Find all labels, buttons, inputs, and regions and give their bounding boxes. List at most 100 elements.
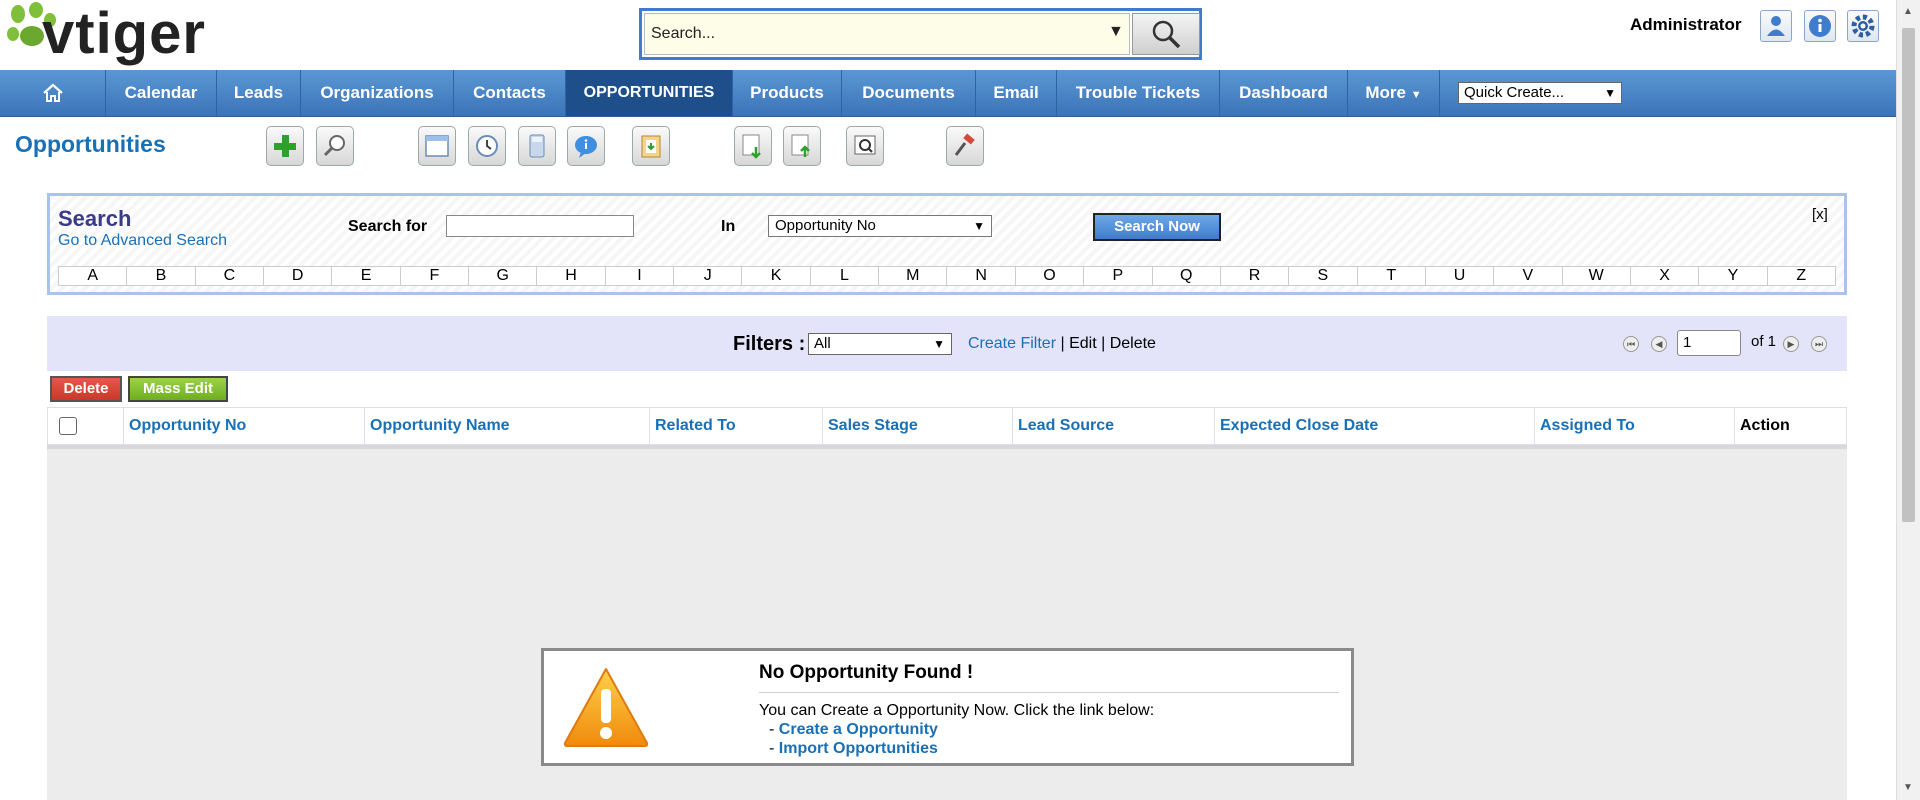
alpha-letter[interactable]: M	[879, 267, 948, 285]
chat-button[interactable]	[567, 126, 605, 166]
column-opportunity-no[interactable]: Opportunity No	[123, 408, 364, 444]
filter-value: All	[814, 335, 831, 352]
import-button[interactable]	[734, 126, 772, 166]
vtiger-logo[interactable]: vtiger	[2, 0, 250, 70]
alpha-letter[interactable]: O	[1016, 267, 1085, 285]
alpha-letter[interactable]: F	[401, 267, 470, 285]
global-search-button[interactable]	[1132, 13, 1200, 55]
nav-leads[interactable]: Leads	[217, 70, 301, 116]
chat-icon	[575, 136, 597, 158]
column-opportunity-name[interactable]: Opportunity Name	[364, 408, 649, 444]
search-dropdown-icon[interactable]: ▼	[1108, 23, 1124, 41]
alpha-letter[interactable]: E	[332, 267, 401, 285]
info-icon[interactable]	[1804, 10, 1836, 42]
nav-trouble-tickets[interactable]: Trouble Tickets	[1057, 70, 1220, 116]
import-opportunities-link[interactable]: Import Opportunities	[779, 740, 938, 757]
calendar-button[interactable]	[418, 126, 456, 166]
delete-button[interactable]: Delete	[50, 376, 122, 402]
clipboard-icon	[641, 135, 661, 158]
alpha-letter[interactable]: C	[196, 267, 265, 285]
alpha-letter[interactable]: P	[1084, 267, 1153, 285]
nav-more[interactable]: More ▼	[1348, 70, 1440, 116]
select-all-checkbox[interactable]	[59, 417, 77, 435]
column-sales-stage[interactable]: Sales Stage	[822, 408, 1012, 444]
next-page-icon[interactable]: ▶	[1783, 336, 1799, 352]
settings-gear-icon[interactable]	[1847, 10, 1879, 42]
nav-email[interactable]: Email	[976, 70, 1057, 116]
alpha-letter[interactable]: H	[537, 267, 606, 285]
search-button[interactable]	[316, 126, 354, 166]
page-number-input[interactable]: 1	[1677, 330, 1741, 356]
add-button[interactable]	[266, 126, 304, 166]
close-search-button[interactable]: [x]	[1812, 206, 1828, 223]
alpha-letter[interactable]: L	[811, 267, 880, 285]
alpha-letter[interactable]: X	[1631, 267, 1700, 285]
previous-page-icon[interactable]: ◀	[1651, 336, 1667, 352]
export-button[interactable]	[783, 126, 821, 166]
column-lead-source[interactable]: Lead Source	[1012, 408, 1214, 444]
create-opportunity-link[interactable]: Create a Opportunity	[779, 721, 938, 738]
filter-links: Create Filter | Edit | Delete	[968, 335, 1156, 353]
alpha-letter[interactable]: D	[264, 267, 333, 285]
column-related-to[interactable]: Related To	[649, 408, 822, 444]
nav-opportunities[interactable]: OPPORTUNITIES	[566, 70, 733, 116]
create-filter-link[interactable]: Create Filter	[968, 335, 1056, 352]
alpha-letter[interactable]: B	[127, 267, 196, 285]
global-search-input[interactable]: Search...	[644, 13, 1130, 55]
mass-edit-button[interactable]: Mass Edit	[128, 376, 228, 402]
quick-create-select[interactable]: Quick Create... ▼	[1458, 82, 1622, 104]
first-page-icon[interactable]: ⏮	[1623, 336, 1639, 352]
alpha-letter[interactable]: N	[947, 267, 1016, 285]
column-expected-close-date[interactable]: Expected Close Date	[1214, 408, 1534, 444]
nav-organizations[interactable]: Organizations	[301, 70, 454, 116]
home-icon	[42, 83, 63, 102]
alpha-letter[interactable]: Y	[1699, 267, 1768, 285]
clock-button[interactable]	[468, 126, 506, 166]
scrollbar-thumb[interactable]	[1902, 28, 1915, 522]
alpha-letter[interactable]: A	[59, 267, 128, 285]
alpha-letter[interactable]: W	[1563, 267, 1631, 285]
user-name[interactable]: Administrator	[1630, 15, 1741, 35]
export-icon	[791, 134, 810, 157]
search-for-input[interactable]	[446, 215, 634, 237]
nav-documents[interactable]: Documents	[842, 70, 976, 116]
nav-dashboard[interactable]: Dashboard	[1220, 70, 1348, 116]
search-now-button[interactable]: Search Now	[1093, 213, 1221, 241]
nav-calendar[interactable]: Calendar	[106, 70, 217, 116]
vertical-scrollbar[interactable]: ▲ ▼	[1896, 0, 1920, 800]
alpha-letter[interactable]: V	[1494, 267, 1563, 285]
nav-home[interactable]	[0, 70, 106, 116]
clipboard-button[interactable]	[632, 126, 670, 166]
module-settings-button[interactable]	[946, 126, 984, 166]
alpha-letter[interactable]: I	[606, 267, 675, 285]
alpha-letter[interactable]: G	[469, 267, 538, 285]
edit-filter-link[interactable]: Edit	[1069, 335, 1097, 352]
alpha-letter[interactable]: Q	[1153, 267, 1221, 285]
alpha-letter[interactable]: Z	[1768, 267, 1835, 285]
last-page-icon[interactable]: ⏭	[1811, 336, 1827, 352]
empty-state-message: You can Create a Opportunity Now. Click …	[759, 702, 1155, 719]
column-assigned-to[interactable]: Assigned To	[1534, 408, 1734, 444]
search-for-label: Search for	[348, 218, 428, 235]
nav-products[interactable]: Products	[733, 70, 842, 116]
alpha-letter[interactable]: K	[742, 267, 811, 285]
find-duplicates-button[interactable]	[846, 126, 884, 166]
scroll-down-icon[interactable]: ▼	[1903, 782, 1913, 793]
scroll-up-icon[interactable]: ▲	[1903, 6, 1913, 17]
alpha-letter[interactable]: S	[1289, 267, 1358, 285]
filter-select[interactable]: All ▼	[808, 333, 952, 355]
find-duplicates-icon	[854, 135, 876, 155]
alpha-letter[interactable]: T	[1358, 267, 1426, 285]
alpha-letter[interactable]: J	[674, 267, 743, 285]
page-title[interactable]: Opportunities	[15, 131, 166, 158]
chevron-down-icon: ▼	[933, 337, 945, 351]
delete-filter-link[interactable]: Delete	[1110, 335, 1156, 352]
nav-contacts[interactable]: Contacts	[454, 70, 566, 116]
alpha-letter[interactable]: R	[1221, 267, 1290, 285]
user-preferences-icon[interactable]	[1760, 10, 1792, 42]
advanced-search-link[interactable]: Go to Advanced Search	[58, 232, 227, 250]
alpha-letter[interactable]: U	[1426, 267, 1495, 285]
caret-down-icon: ▼	[1410, 89, 1422, 101]
search-in-select[interactable]: Opportunity No ▼	[768, 215, 992, 237]
calculator-button[interactable]	[518, 126, 556, 166]
